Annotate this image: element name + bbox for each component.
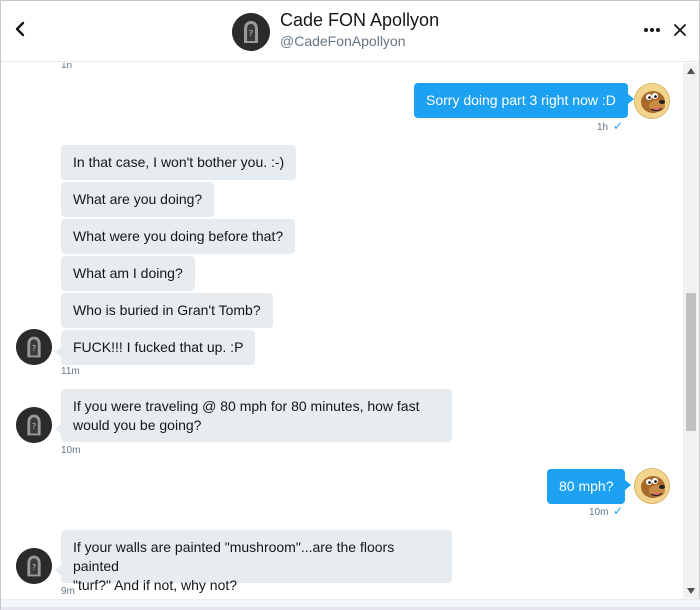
message-line: would you be going? — [73, 417, 202, 433]
incoming-message[interactable]: In that case, I won't bother you. :-) — [61, 145, 297, 180]
incoming-message[interactable]: What were you doing before that? — [61, 219, 296, 254]
incoming-message[interactable]: FUCK!!! I fucked that up. :P — [54, 330, 256, 365]
read-check-icon: ✓ — [613, 504, 624, 518]
close-button[interactable] — [669, 19, 691, 41]
message-timestamp: 11m — [61, 366, 80, 377]
scroll-up-button[interactable] — [683, 63, 699, 79]
svg-text:?: ? — [32, 563, 36, 572]
incoming-message[interactable]: If your walls are painted "mushroom"...a… — [55, 530, 452, 593]
close-icon — [674, 24, 686, 36]
conversation-header: ? Cade FON Apollyon @CadeFonApollyon — [1, 1, 699, 62]
incoming-message[interactable]: If you were traveling @ 80 mph for 80 mi… — [55, 389, 452, 442]
triangle-up-icon — [687, 68, 695, 74]
more-options-button[interactable] — [641, 19, 663, 41]
message-timestamp: 1h — [597, 122, 609, 133]
dm-window: ? Cade FON Apollyon @CadeFonApollyon 1h … — [0, 0, 700, 610]
svg-text:?: ? — [32, 344, 36, 353]
dog-cartoon-icon — [635, 84, 669, 118]
chevron-left-icon — [15, 21, 25, 37]
scroll-thumb[interactable] — [686, 293, 696, 431]
my-avatar[interactable] — [634, 83, 670, 119]
message-timestamp: 10m — [61, 445, 81, 456]
dog-cartoon-icon — [635, 469, 669, 503]
contact-handle[interactable]: @CadeFonApollyon — [280, 33, 406, 49]
contact-message-avatar[interactable]: ? — [16, 548, 52, 584]
scrollbar[interactable] — [683, 63, 699, 599]
triangle-down-icon — [687, 588, 695, 594]
hooded-figure-icon: ? — [16, 407, 52, 443]
back-button[interactable] — [9, 18, 31, 40]
message-timestamp: 9m — [61, 586, 75, 597]
message-timestamp: 1h — [61, 63, 73, 71]
hooded-figure-icon: ? — [16, 329, 52, 365]
message-timestamp: 10m — [589, 507, 609, 518]
hooded-figure-icon: ? — [16, 548, 52, 584]
outgoing-message[interactable]: 80 mph? — [547, 469, 633, 504]
message-line: If you were traveling @ 80 mph for 80 mi… — [73, 398, 420, 414]
contact-message-avatar[interactable]: ? — [16, 407, 52, 443]
more-horizontal-icon — [644, 28, 660, 32]
read-check-icon: ✓ — [613, 119, 624, 133]
incoming-message[interactable]: What am I doing? — [61, 256, 195, 291]
svg-text:?: ? — [249, 29, 253, 38]
contact-name[interactable]: Cade FON Apollyon — [280, 10, 439, 31]
hooded-figure-icon: ? — [232, 13, 270, 51]
contact-avatar[interactable]: ? — [232, 13, 270, 51]
incoming-message[interactable]: Who is buried in Gran't Tomb? — [61, 293, 273, 328]
outgoing-message[interactable]: Sorry doing part 3 right now :D — [414, 83, 634, 118]
scroll-down-button[interactable] — [683, 583, 699, 599]
message-list[interactable]: 1h Sorry doing part 3 right now :D 1h ✓ … — [1, 63, 683, 599]
contact-message-avatar[interactable]: ? — [16, 329, 52, 365]
svg-text:?: ? — [32, 422, 36, 431]
incoming-message[interactable]: What are you doing? — [61, 182, 215, 217]
message-line: If your walls are painted "mushroom"...a… — [73, 539, 395, 574]
my-avatar[interactable] — [634, 468, 670, 504]
message-line: "turf?" And if not, why not? — [73, 577, 238, 593]
